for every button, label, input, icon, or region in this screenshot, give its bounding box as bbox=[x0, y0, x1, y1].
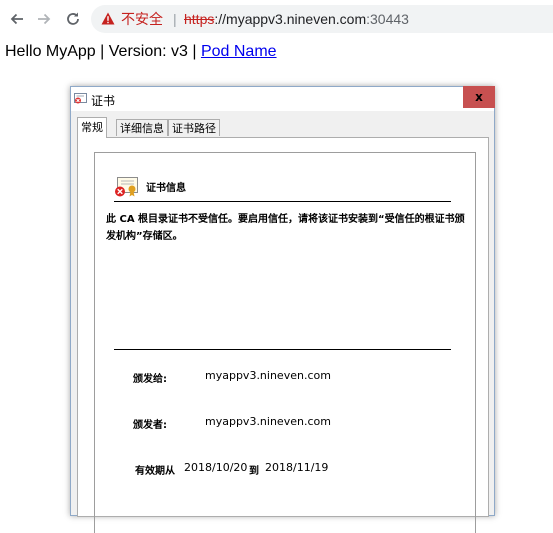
url-scheme: https bbox=[184, 11, 215, 27]
tab-certification-path[interactable]: 证书路径 bbox=[168, 119, 220, 136]
issued-to-value: myappv3.nineven.com bbox=[205, 369, 331, 382]
validity-label: 有效期从 bbox=[135, 466, 175, 477]
issued-to-label: 颁发给: bbox=[133, 374, 167, 385]
tab-details[interactable]: 详细信息 bbox=[116, 119, 168, 136]
not-secure-label[interactable]: 不安全 bbox=[121, 5, 163, 33]
certificate-dialog: 证书 x 常规 详细信息 证书路径 证书信息 此 CA 根目录证书不受信任。要启… bbox=[70, 86, 495, 533]
back-arrow-icon bbox=[10, 13, 23, 25]
tab-general[interactable]: 常规 bbox=[77, 117, 107, 138]
close-button[interactable]: x bbox=[463, 86, 495, 108]
address-separator: | bbox=[173, 11, 177, 27]
url-host: ://myappv3.nineven.com bbox=[214, 11, 367, 27]
page-greeting: Hello MyApp | Version: v3 | Pod Name bbox=[5, 43, 277, 61]
issued-by-value: myappv3.nineven.com bbox=[205, 415, 331, 428]
forward-button[interactable] bbox=[33, 8, 55, 30]
url-port: :30443 bbox=[366, 11, 409, 27]
warning-triangle-icon bbox=[101, 12, 115, 25]
close-icon: x bbox=[475, 90, 483, 104]
valid-to-value: 2018/11/19 bbox=[265, 461, 329, 474]
url-text[interactable]: https://myappv3.nineven.com:30443 bbox=[184, 5, 409, 33]
details-divider bbox=[114, 349, 451, 350]
reload-icon bbox=[67, 12, 79, 25]
certificate-info-box: 证书信息 此 CA 根目录证书不受信任。要启用信任，请将该证书安装到“受信任的根… bbox=[94, 152, 476, 533]
dialog-title: 证书 bbox=[91, 94, 116, 108]
browser-toolbar: 不安全 | https://myappv3.nineven.com:30443 bbox=[0, 0, 553, 38]
back-button[interactable] bbox=[6, 8, 28, 30]
greeting-text: Hello MyApp | Version: v3 | bbox=[5, 43, 201, 60]
validity-to-label: 到 bbox=[249, 466, 259, 477]
issued-by-label: 颁发者: bbox=[133, 420, 167, 431]
pod-name-link[interactable]: Pod Name bbox=[201, 43, 277, 60]
address-bar[interactable]: 不安全 | https://myappv3.nineven.com:30443 bbox=[91, 5, 553, 33]
valid-from-value: 2018/10/20 bbox=[184, 461, 248, 474]
certificate-error-icon bbox=[115, 177, 138, 197]
heading-divider bbox=[114, 201, 451, 202]
certificate-info-heading: 证书信息 bbox=[146, 183, 186, 194]
reload-button[interactable] bbox=[62, 8, 84, 30]
certificate-small-icon bbox=[74, 93, 87, 104]
general-tab-panel: 证书信息 此 CA 根目录证书不受信任。要启用信任，请将该证书安装到“受信任的根… bbox=[77, 137, 489, 533]
dialog-titlebar[interactable]: 证书 x bbox=[71, 86, 495, 111]
forward-arrow-icon bbox=[38, 13, 51, 25]
trust-warning-text: 此 CA 根目录证书不受信任。要启用信任，请将该证书安装到“受信任的根证书颁发机… bbox=[106, 214, 465, 242]
